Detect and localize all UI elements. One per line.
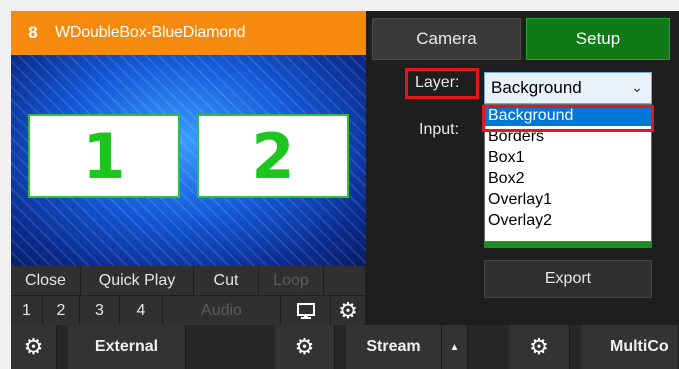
stream-settings-button[interactable]: ⚙	[275, 325, 335, 369]
tab-camera[interactable]: Camera	[372, 18, 521, 60]
input-number: 8	[28, 23, 38, 42]
option-overlay1[interactable]: Overlay1	[485, 189, 651, 210]
option-box1[interactable]: Box1	[485, 147, 651, 168]
input-label: Input:	[419, 121, 460, 138]
chevron-down-icon: ⌄	[631, 79, 643, 95]
background-option-highlight	[482, 105, 654, 132]
stream-menu-arrow[interactable]: ▲	[442, 325, 468, 369]
gear-icon: ⚙	[529, 334, 549, 359]
export-button[interactable]: Export	[484, 260, 652, 298]
monitor-button[interactable]	[281, 296, 331, 326]
gear-icon: ⚙	[294, 334, 315, 359]
overlay-3-button[interactable]: 3	[80, 296, 120, 326]
input-header[interactable]: 8 WDoubleBox-BlueDiamond	[11, 11, 366, 55]
layer-label-highlight	[405, 68, 479, 99]
multicorder-settings-button[interactable]: ⚙	[509, 325, 570, 369]
quick-play-button[interactable]: Quick Play	[81, 266, 194, 296]
bottom-bar: ⚙ External ⚙ Stream ▲ ⚙ MultiCo	[11, 325, 679, 369]
gear-icon: ⚙	[23, 334, 44, 359]
settings-button[interactable]: ⚙	[331, 296, 366, 326]
audio-button[interactable]: Audio	[163, 296, 281, 326]
gear-icon: ⚙	[338, 297, 358, 323]
overlay-4-button[interactable]: 4	[120, 296, 163, 326]
input-select-edge	[484, 242, 652, 248]
loop-button[interactable]: Loop	[259, 266, 324, 296]
overlay-2-button[interactable]: 2	[43, 296, 80, 326]
option-box2[interactable]: Box2	[485, 168, 651, 189]
option-overlay2[interactable]: Overlay2	[485, 210, 651, 231]
cut-button[interactable]: Cut	[194, 266, 259, 296]
layer-select-value: Background	[491, 78, 582, 97]
external-button[interactable]: External	[68, 325, 186, 369]
stream-button[interactable]: Stream	[346, 325, 442, 369]
box-one: 1	[28, 114, 180, 198]
external-settings-button[interactable]: ⚙	[11, 325, 57, 369]
multicorder-button[interactable]: MultiCo	[581, 325, 679, 369]
box-two: 2	[197, 114, 349, 198]
monitor-icon	[296, 302, 315, 319]
blank-button[interactable]	[324, 266, 366, 296]
vmix-input-panel: 8 WDoubleBox-BlueDiamond 1 2 Close Quick…	[11, 11, 679, 369]
layer-select[interactable]: Background ⌄	[484, 72, 652, 104]
input-title: WDoubleBox-BlueDiamond	[55, 24, 246, 41]
tab-setup[interactable]: Setup	[526, 18, 670, 60]
close-button[interactable]: Close	[11, 266, 81, 296]
overlay-1-button[interactable]: 1	[11, 296, 43, 326]
input-preview[interactable]: 1 2	[11, 55, 366, 266]
